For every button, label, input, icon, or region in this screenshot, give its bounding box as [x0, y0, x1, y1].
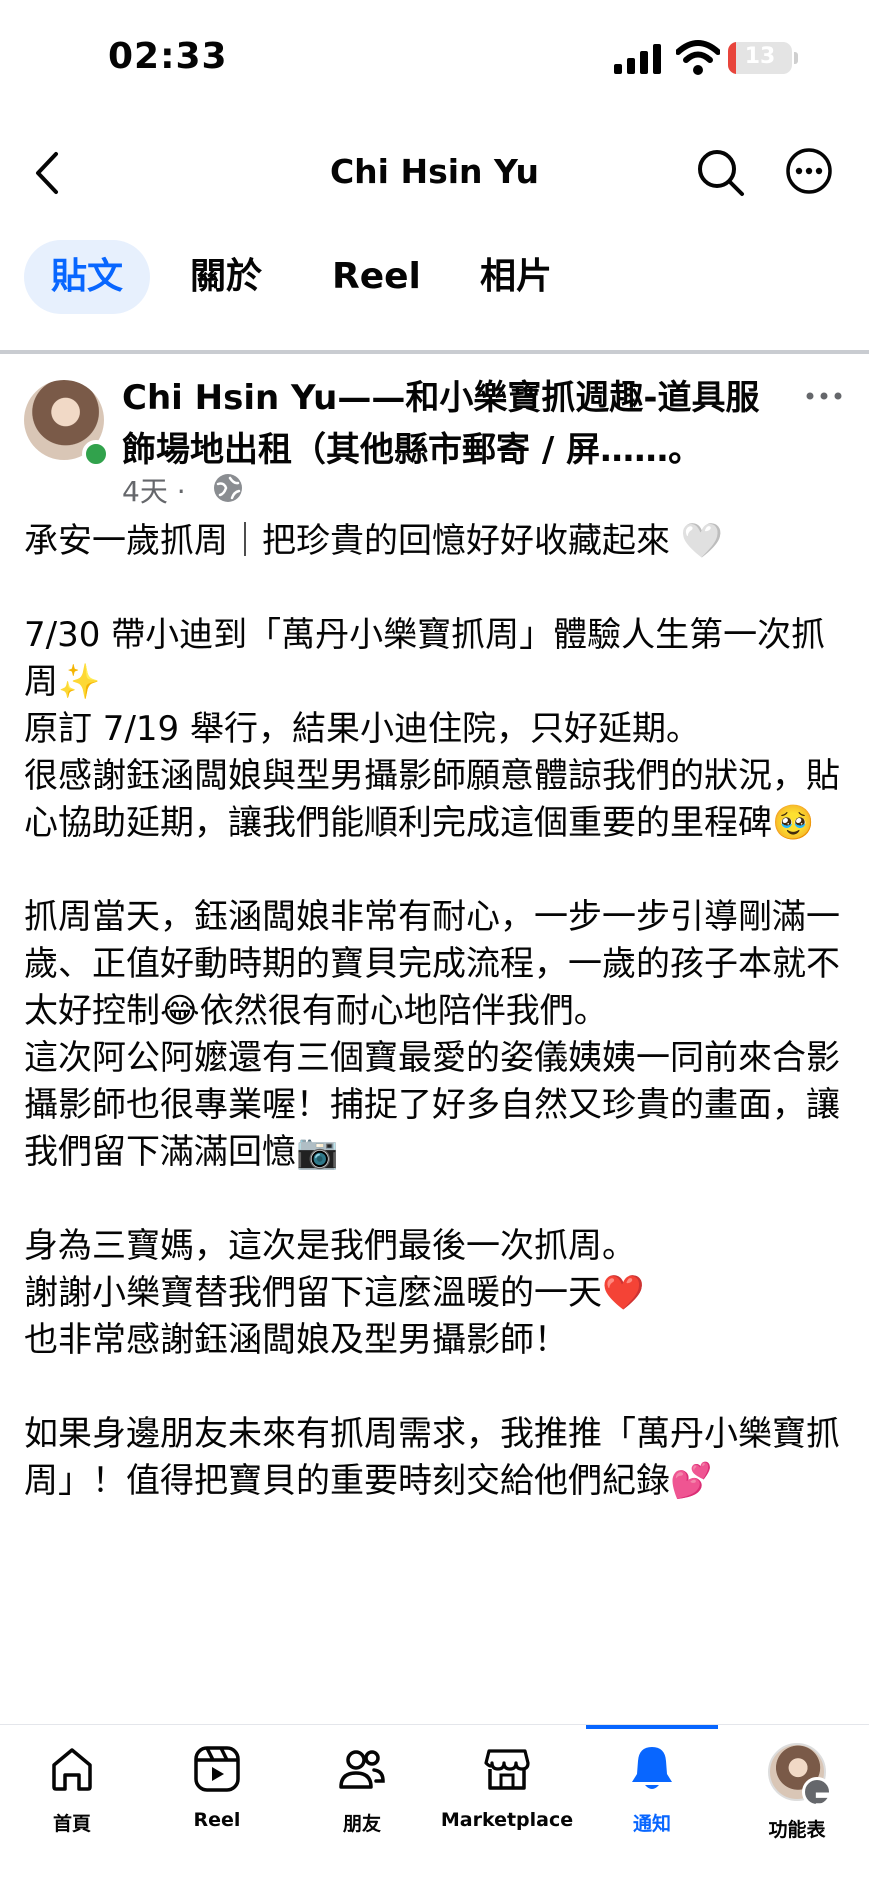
tab-reels[interactable]: Reel — [332, 240, 421, 314]
globe-icon — [214, 474, 242, 502]
active-tab-indicator — [586, 1725, 718, 1729]
post-meta: 4天 · — [122, 470, 186, 510]
nav-notifications-label: 通知 — [632, 1813, 671, 1835]
home-icon — [52, 1748, 92, 1791]
marketplace-icon — [484, 1749, 530, 1790]
nav-reels[interactable]: Reel — [147, 1743, 287, 1831]
nav-marketplace[interactable]: Marketplace — [437, 1743, 577, 1831]
battery-indicator: 13 — [728, 42, 792, 74]
tab-photos[interactable]: 相片 — [480, 240, 552, 314]
nav-home-label: 首頁 — [52, 1813, 91, 1835]
post-header: Chi Hsin Yu——和小樂寶抓週趣-道具服飾場地出租（其他縣市郵寄 / 屏… — [0, 372, 869, 508]
status-bar: 02:33 13 — [0, 0, 869, 110]
online-status-indicator — [82, 440, 110, 468]
profile-tabs: 貼文 關於 Reel 相片 — [0, 240, 869, 316]
nav-menu[interactable]: 功能表 — [727, 1743, 867, 1842]
cellular-signal-icon — [614, 44, 661, 74]
post-options-button[interactable] — [804, 386, 844, 406]
nav-notifications[interactable]: 通知 — [582, 1743, 722, 1836]
top-navigation: Chi Hsin Yu — [0, 130, 869, 220]
battery-percent: 13 — [744, 44, 776, 69]
menu-avatar — [768, 1743, 847, 1820]
more-options-button[interactable] — [784, 146, 834, 196]
battery-cap — [794, 52, 798, 64]
post-timestamp[interactable]: 4天 — [122, 475, 168, 508]
bottom-navigation: 首頁 Reel 朋友 Marketplace 通知 功能表 — [0, 1724, 869, 1885]
tab-posts[interactable]: 貼文 — [24, 240, 150, 314]
menu-hamburger-icon — [802, 1777, 847, 1820]
reel-icon — [194, 1746, 240, 1792]
nav-friends-label: 朋友 — [342, 1813, 381, 1835]
bell-icon — [632, 1747, 672, 1789]
wifi-icon — [676, 40, 720, 75]
search-button[interactable] — [694, 146, 746, 198]
section-divider — [0, 350, 869, 354]
nav-marketplace-label: Marketplace — [440, 1809, 574, 1831]
nav-home[interactable]: 首頁 — [2, 1743, 142, 1836]
nav-reels-label: Reel — [193, 1809, 241, 1831]
post-body-text: 承安一歲抓周｜把珍貴的回憶好好收藏起來 🤍 7/30 帶小迪到「萬丹小樂寶抓周」… — [24, 521, 840, 1501]
meta-separator: · — [176, 475, 186, 508]
tab-about[interactable]: 關於 — [190, 240, 262, 314]
friends-icon — [339, 1750, 385, 1789]
nav-friends[interactable]: 朋友 — [292, 1743, 432, 1836]
status-time: 02:33 — [108, 36, 228, 77]
post-author[interactable]: Chi Hsin Yu——和小樂寶抓週趣-道具服飾場地出租（其他縣市郵寄 / 屏… — [122, 372, 792, 476]
